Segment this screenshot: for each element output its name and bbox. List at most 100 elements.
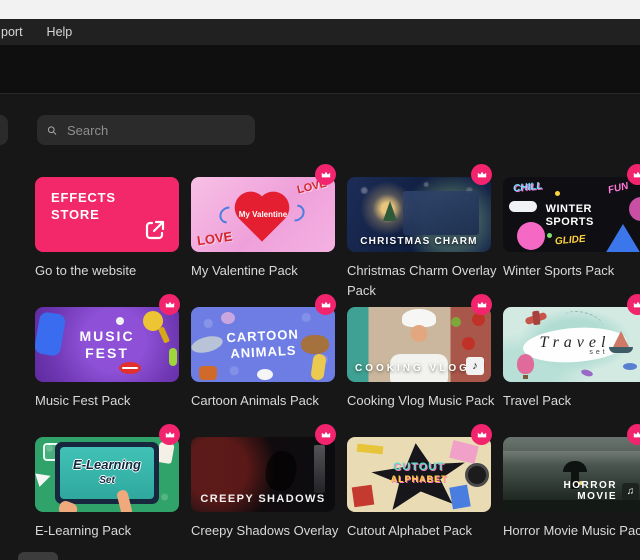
premium-crown-badge — [471, 424, 492, 445]
pack-cell: EFFECTS STORE Go to the website — [35, 177, 179, 301]
pack-art: Travel set — [503, 307, 640, 382]
pack-cell: CUTOUT ALPHABET Cutout Alphabet Pack — [347, 437, 491, 541]
crown-icon — [164, 429, 176, 441]
christmas-tree-decoration — [383, 201, 397, 221]
plane-decoration — [524, 312, 547, 325]
pack-card-music-fest[interactable]: MUSIC FEST — [35, 307, 179, 382]
outer-window-strip — [0, 0, 640, 19]
paper-plane-decoration — [35, 469, 53, 487]
search-bar[interactable] — [37, 115, 255, 145]
cloud-decoration — [509, 201, 537, 212]
pack-card-winter-sports[interactable]: CHILL FUN WINTER SPORTS GLIDE — [503, 177, 640, 252]
pack-cell: LOVE My Valentine LOVE My Valentine Pack — [191, 177, 335, 301]
pack-label[interactable]: E-Learning Pack — [35, 521, 187, 541]
paper-scrap-decoration — [352, 485, 375, 508]
crown-icon — [632, 429, 640, 441]
calculator-decoration — [156, 442, 174, 464]
dot-decoration — [547, 233, 552, 238]
pack-card-cartoon-animals[interactable]: CARTOON ANIMALS — [191, 307, 335, 382]
microphone-decoration — [158, 326, 170, 343]
pack-cell: CREEPY SHADOWS Creepy Shadows Overlay — [191, 437, 335, 541]
paper-scrap-decoration — [449, 485, 471, 510]
art-word: CHILL — [513, 180, 543, 194]
character-decoration — [517, 222, 545, 250]
pack-art: COOKING VLOG ♪ — [347, 307, 491, 382]
rock-hand-decoration — [35, 311, 66, 357]
pack-label[interactable]: Creepy Shadows Overlay — [191, 521, 343, 541]
pack-card-my-valentine[interactable]: LOVE My Valentine LOVE — [191, 177, 335, 252]
bag-decoration — [199, 366, 217, 380]
art-subtitle: set — [589, 349, 607, 356]
pack-label[interactable]: Go to the website — [35, 261, 187, 281]
music-note-icon: ♪ — [466, 357, 484, 375]
crown-icon — [632, 299, 640, 311]
crown-icon — [476, 429, 488, 441]
art-title: WINTER SPORTS — [546, 203, 616, 229]
pack-art: CARTOON ANIMALS — [191, 307, 335, 382]
pack-label[interactable]: Music Fest Pack — [35, 391, 187, 411]
premium-crown-badge — [471, 294, 492, 315]
crown-icon — [476, 169, 488, 181]
tablet-screen-decoration — [60, 447, 154, 499]
menu-item-export-cropped[interactable]: port — [1, 25, 23, 39]
effects-store-title: EFFECTS STORE — [51, 189, 143, 223]
premium-crown-badge — [471, 164, 492, 185]
pack-label[interactable]: Cartoon Animals Pack — [191, 391, 343, 411]
heart-shape — [239, 196, 284, 241]
effects-store-card[interactable]: EFFECTS STORE — [35, 177, 179, 252]
doorway-light-decoration — [314, 445, 325, 493]
dot-decoration — [555, 191, 560, 196]
camera-lens-decoration — [465, 463, 489, 487]
crown-icon — [320, 429, 332, 441]
paper-scrap-decoration — [449, 440, 479, 464]
pack-label[interactable]: Cutout Alphabet Pack — [347, 521, 499, 541]
pack-card-horror-movie[interactable]: HORROR MOVIE ♫ — [503, 437, 640, 512]
premium-crown-badge — [315, 424, 336, 445]
shadow-hand-decoration — [263, 449, 299, 494]
koala-decoration — [221, 312, 235, 324]
pack-card-creepy-shadows[interactable]: CREEPY SHADOWS — [191, 437, 335, 512]
pack-card-christmas-charm[interactable]: CHRISTMAS CHARM — [347, 177, 491, 252]
pack-label[interactable]: Horror Movie Music Pack — [503, 521, 640, 541]
premium-crown-badge — [159, 424, 180, 445]
pack-art: CUTOUT ALPHABET — [347, 437, 491, 512]
pack-label[interactable]: My Valentine Pack — [191, 261, 343, 281]
pack-art: LOVE My Valentine LOVE — [191, 177, 335, 252]
crown-icon — [476, 299, 488, 311]
pack-label[interactable]: Cooking Vlog Music Pack — [347, 391, 499, 411]
menu-item-help[interactable]: Help — [47, 25, 73, 39]
splash-decoration — [629, 197, 640, 221]
pack-row-2: MUSIC FEST Music Fest Pack CARTOON ANIMA… — [35, 307, 640, 411]
art-title: MUSIC FEST — [67, 328, 147, 362]
pack-art: HORROR MOVIE ♫ — [503, 437, 640, 512]
external-link-icon — [143, 218, 167, 242]
fish-decoration — [580, 368, 593, 377]
pack-art: E-Learning Set — [35, 437, 179, 512]
pack-label[interactable]: Travel Pack — [503, 391, 640, 411]
menubar: port Help — [0, 19, 640, 45]
crown-icon — [320, 299, 332, 311]
art-subtitle: Set — [99, 475, 115, 486]
duck-decoration — [257, 369, 273, 380]
sailboat-decoration — [609, 347, 633, 353]
search-input[interactable] — [65, 122, 245, 139]
music-note-icon: ♫ — [622, 483, 639, 500]
crown-icon — [320, 169, 332, 181]
pepper-decoration — [472, 313, 485, 326]
photo-decoration — [403, 191, 479, 235]
pack-card-e-learning[interactable]: E-Learning Set — [35, 437, 179, 512]
search-icon — [47, 123, 57, 138]
pack-card-travel[interactable]: Travel set — [503, 307, 640, 382]
pack-art: MUSIC FEST — [35, 307, 179, 382]
pack-cell: HORROR MOVIE ♫ Horror Movie Music Pack — [503, 437, 640, 541]
partial-element-bottom — [18, 552, 58, 560]
pack-card-cutout-alphabet[interactable]: CUTOUT ALPHABET — [347, 437, 491, 512]
crown-icon — [164, 299, 176, 311]
toolbar-area — [0, 45, 640, 94]
pack-cell: MUSIC FEST Music Fest Pack — [35, 307, 179, 411]
pack-card-cooking-vlog[interactable]: COOKING VLOG ♪ — [347, 307, 491, 382]
pack-cell: E-Learning Set E-Learning Pack — [35, 437, 179, 541]
art-title: My Valentine — [191, 210, 335, 219]
pack-art: CHRISTMAS CHARM — [347, 177, 491, 252]
pack-label[interactable]: Winter Sports Pack — [503, 261, 640, 281]
